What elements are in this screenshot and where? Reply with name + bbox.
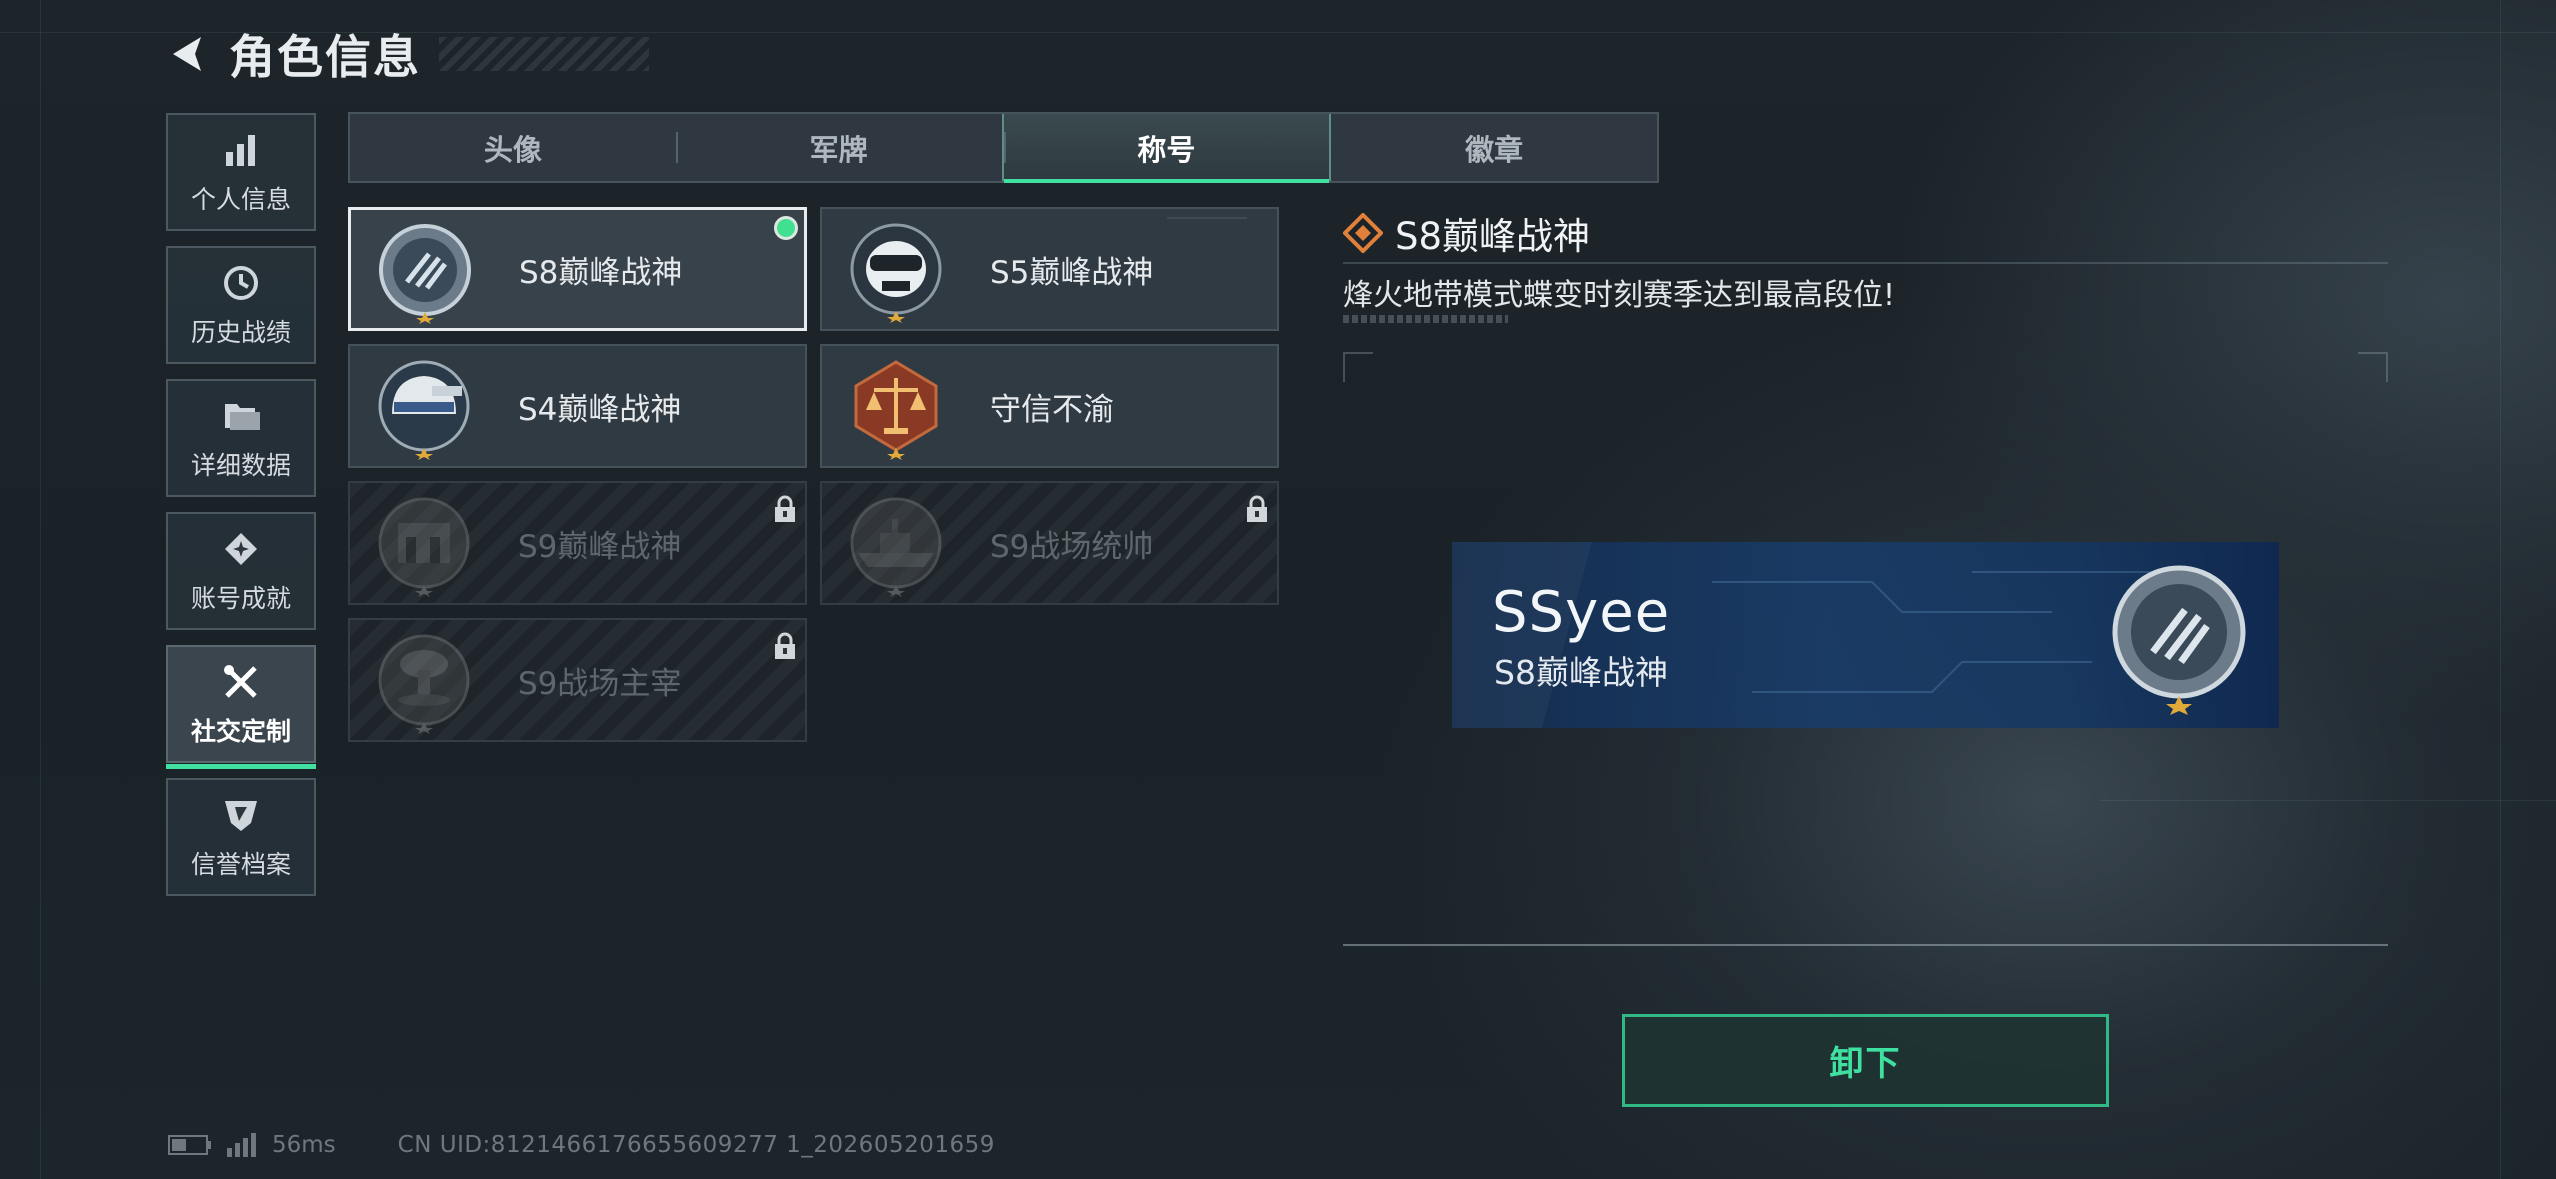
sidebar-item-label: 历史战绩 <box>190 318 291 347</box>
title-card-name: S4巅峰战神 <box>518 391 682 428</box>
shield-icon <box>219 793 263 837</box>
sidebar-item-label: 社交定制 <box>190 717 291 746</box>
lock-icon <box>775 495 795 522</box>
tab-dog-tag[interactable]: 军牌 <box>675 114 1002 181</box>
title-card-s4[interactable]: S4巅峰战神 <box>348 344 807 468</box>
sidebar-item-history[interactable]: 历史战绩 <box>166 246 316 364</box>
lock-icon <box>1247 495 1267 522</box>
sidebar-item-label: 个人信息 <box>190 185 291 214</box>
detail-title: S8巅峰战神 <box>1395 215 1591 258</box>
battery-icon <box>168 1135 211 1155</box>
folder-icon <box>219 394 263 438</box>
sidebar-item-detailed-data[interactable]: 详细数据 <box>166 379 316 497</box>
category-tabs: 头像 军牌 称号 徽章 <box>348 112 1659 183</box>
s8-emblem-icon <box>2099 556 2259 716</box>
bar-chart-icon <box>219 128 263 172</box>
title-card-name: S9战场统帅 <box>990 528 1154 565</box>
tab-badge[interactable]: 徽章 <box>1331 114 1657 181</box>
sidebar-item-personal-info[interactable]: 个人信息 <box>166 113 316 231</box>
explosion-emblem-icon <box>372 630 476 734</box>
back-button[interactable] <box>165 31 211 77</box>
title-card-faithful[interactable]: 守信不渝 <box>820 344 1279 468</box>
description-decoration <box>1343 315 1508 323</box>
title-card-name: S9巅峰战神 <box>518 528 682 565</box>
divider <box>1343 262 2388 264</box>
frame-corner <box>1343 352 1373 382</box>
title-card-name: S9战场主宰 <box>518 665 682 702</box>
title-card-s8[interactable]: S8巅峰战神 <box>348 207 807 331</box>
frame-corner <box>2358 352 2388 382</box>
title-card-name: S8巅峰战神 <box>519 254 683 291</box>
detail-header: S8巅峰战神 <box>1343 206 1590 260</box>
status-bar: 56ms CN UID:8121466176655609277 1_202605… <box>168 1128 995 1162</box>
helmet-emblem-icon <box>372 356 476 460</box>
title-preview-banner: SSyee S8巅峰战神 <box>1452 542 2279 728</box>
wrench-screwdriver-icon <box>219 660 263 704</box>
title-card-name: S5巅峰战神 <box>990 254 1154 291</box>
tab-title[interactable]: 称号 <box>1001 114 1332 183</box>
signal-icon <box>227 1133 256 1157</box>
lock-icon <box>775 632 795 659</box>
title-card-name: 守信不渝 <box>990 391 1114 428</box>
sidebar-item-label: 详细数据 <box>190 451 291 480</box>
preview-title: S8巅峰战神 <box>1494 653 1668 692</box>
title-card-s9-ruler[interactable]: S9战场主宰 <box>348 618 807 742</box>
equipped-indicator <box>774 216 798 240</box>
tab-avatar[interactable]: 头像 <box>350 114 676 181</box>
history-clock-icon <box>219 261 263 305</box>
skull-emblem-icon <box>844 219 948 323</box>
unequip-button[interactable]: 卸下 <box>1622 1014 2109 1107</box>
unequip-button-label: 卸下 <box>1829 1044 1902 1084</box>
back-arrow-icon <box>173 37 201 71</box>
card-decoration <box>1167 217 1247 219</box>
scales-emblem-icon <box>844 356 948 460</box>
preview-player-name: SSyee <box>1492 580 1671 645</box>
title-card-s9-peak[interactable]: S9巅峰战神 <box>348 481 807 605</box>
page-title: 角色信息 <box>229 30 421 84</box>
sidebar-item-label: 账号成就 <box>190 584 291 613</box>
fortress-emblem-icon <box>372 493 476 597</box>
sidebar-item-label: 信誉档案 <box>190 850 291 879</box>
s8-emblem-icon <box>373 220 477 324</box>
diamond-icon <box>1343 213 1383 253</box>
sidebar-item-social-custom[interactable]: 社交定制 <box>166 645 316 769</box>
preview-baseline <box>1343 944 2388 946</box>
sidebar-item-achievements[interactable]: 账号成就 <box>166 512 316 630</box>
ping-value: 56ms <box>272 1132 336 1158</box>
achievement-icon <box>219 527 263 571</box>
title-card-s9-commander[interactable]: S9战场统帅 <box>820 481 1279 605</box>
sidebar-item-credit[interactable]: 信誉档案 <box>166 778 316 896</box>
detail-description: 烽火地带模式蝶变时刻赛季达到最高段位! <box>1343 278 1896 313</box>
user-uid: CN UID:8121466176655609277 1_20260520165… <box>397 1132 995 1158</box>
title-card-s5[interactable]: S5巅峰战神 <box>820 207 1279 331</box>
title-decoration <box>439 37 649 71</box>
warship-emblem-icon <box>844 493 948 597</box>
page-header: 角色信息 <box>165 22 649 86</box>
